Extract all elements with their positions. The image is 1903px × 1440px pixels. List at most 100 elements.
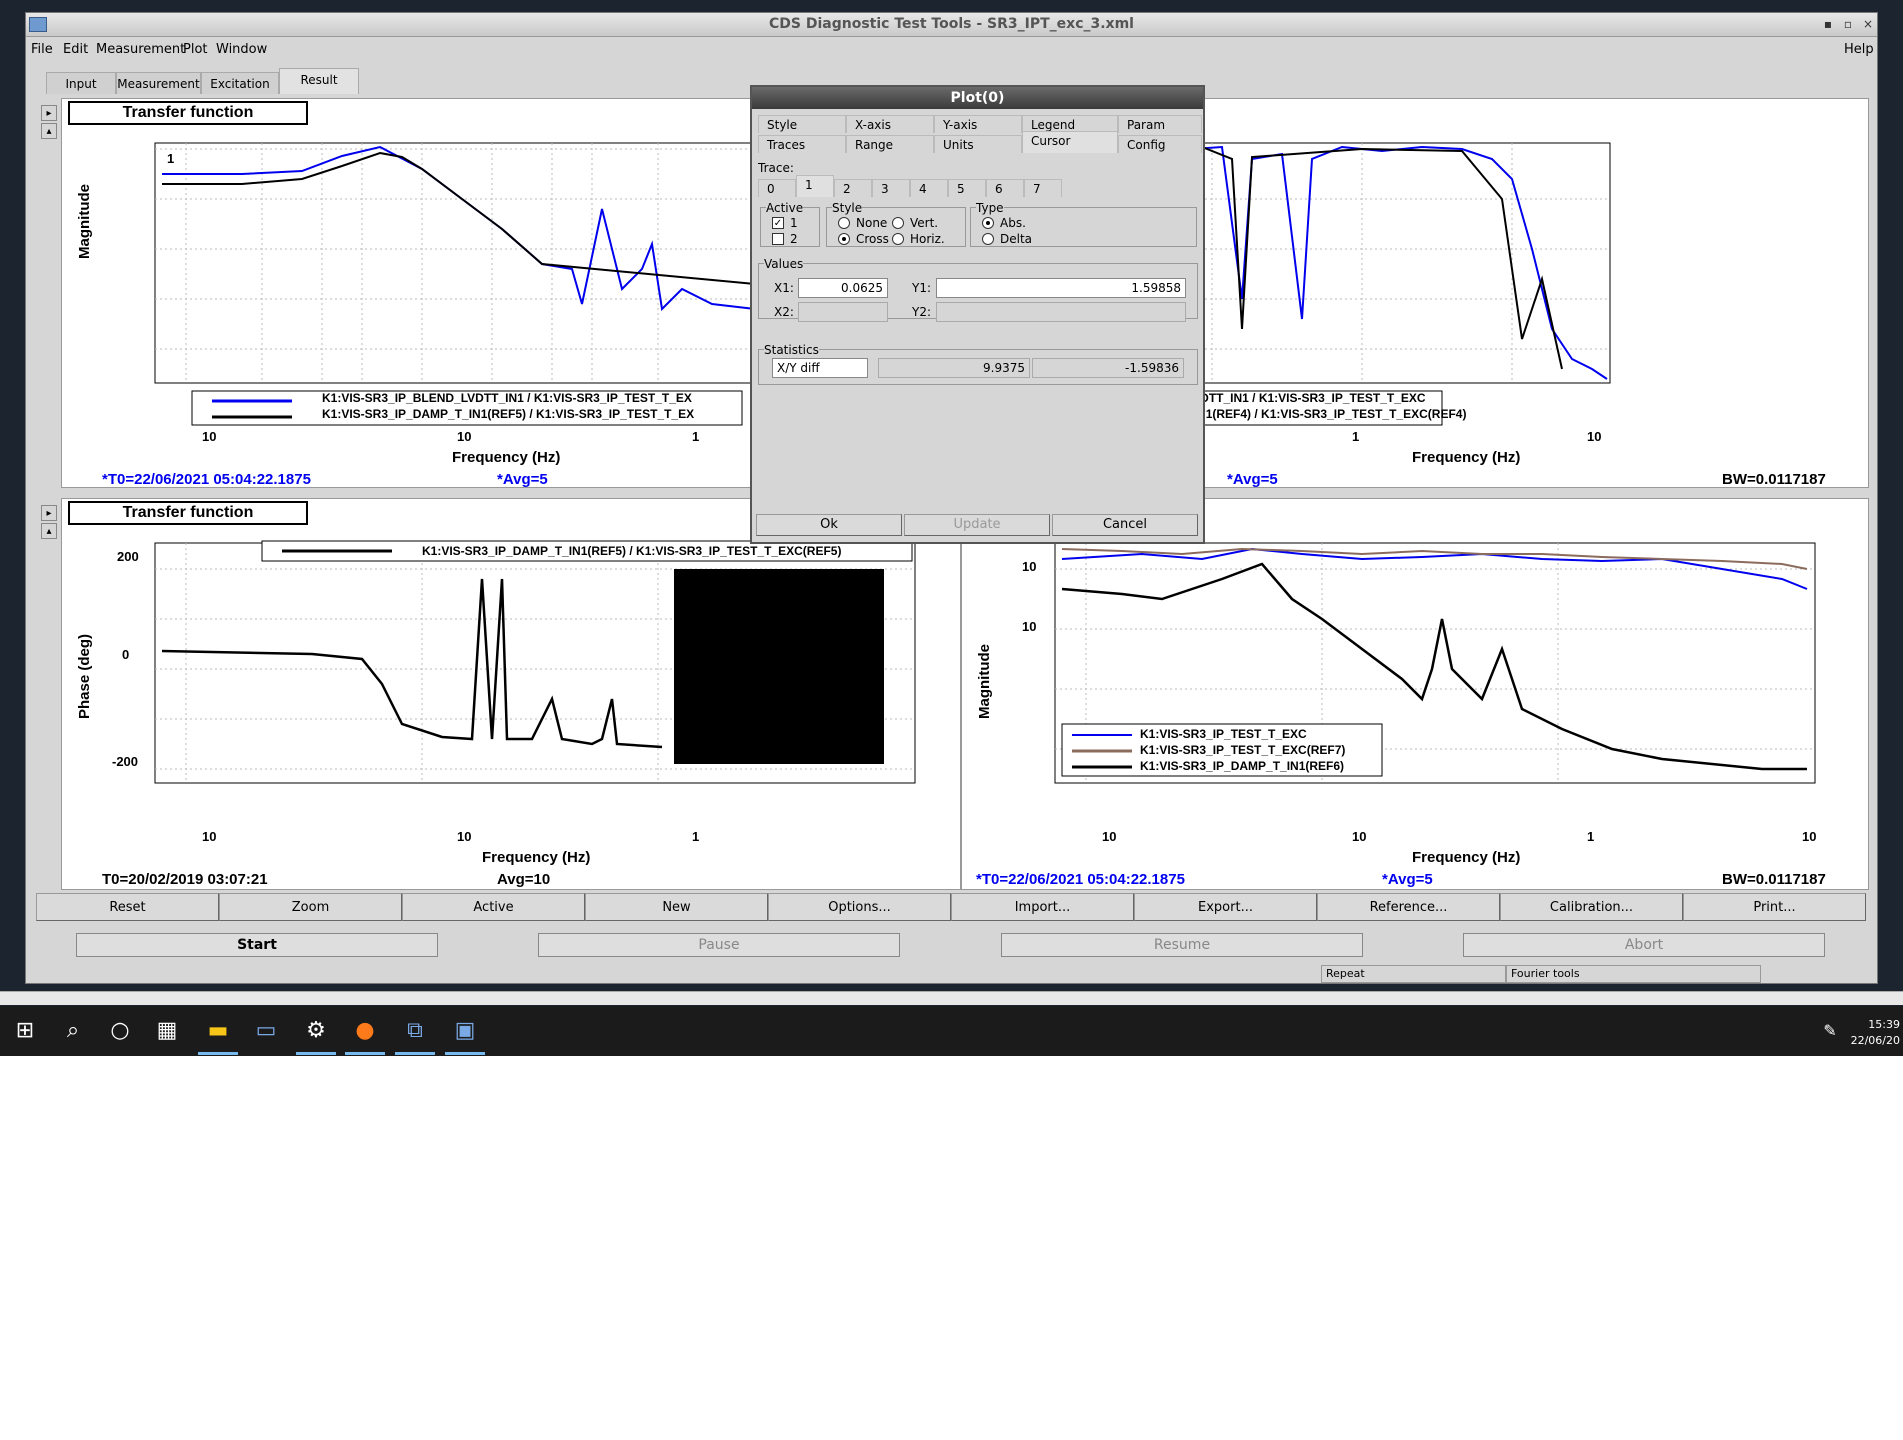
windows-start-icon[interactable]: ⊞ — [10, 1016, 40, 1046]
reference-button[interactable]: Reference... — [1317, 893, 1500, 921]
active-1-checkbox[interactable]: ✓ — [772, 217, 784, 229]
active-indicator — [198, 1052, 238, 1055]
resume-button[interactable]: Resume — [1001, 933, 1363, 957]
active-indicator — [445, 1052, 485, 1055]
options-button[interactable]: Options... — [768, 893, 951, 921]
x2-input[interactable] — [798, 302, 888, 322]
network-tool-icon[interactable]: ⧉ — [400, 1016, 430, 1046]
reset-button[interactable]: Reset — [36, 893, 219, 921]
pause-button[interactable]: Pause — [538, 933, 900, 957]
settings-gear-icon[interactable]: ⚙ — [301, 1016, 331, 1046]
trace-tab[interactable]: 0 — [758, 179, 796, 197]
active-2-checkbox[interactable] — [772, 233, 784, 245]
search-icon[interactable]: ⌕ — [58, 1016, 88, 1046]
print-button[interactable]: Print... — [1683, 893, 1866, 921]
plot-bottom-right[interactable]: K1:VIS-SR3_IP_TEST_T_EXC K1:VIS-SR3_IP_T… — [961, 498, 1869, 890]
type-delta-radio[interactable] — [982, 233, 994, 245]
close-button[interactable]: × — [1860, 16, 1876, 32]
import-button[interactable]: Import... — [951, 893, 1134, 921]
expand-arrow-icon[interactable]: ▸ — [41, 505, 57, 521]
y2-input[interactable] — [936, 302, 1186, 322]
ok-button[interactable]: Ok — [756, 514, 902, 536]
t0-label: *T0=22/06/2021 05:04:22.1875 — [102, 471, 311, 488]
tab-param[interactable]: Param — [1118, 115, 1202, 133]
trace-tab[interactable]: 1 — [796, 175, 834, 197]
remote-desktop-icon[interactable]: ▭ — [251, 1016, 281, 1046]
tab-measurement[interactable]: Measurement — [116, 72, 201, 94]
cancel-button[interactable]: Cancel — [1052, 514, 1198, 536]
start-button[interactable]: Start — [76, 933, 438, 957]
style-none-radio[interactable] — [838, 217, 850, 229]
tab-cursor[interactable]: Cursor — [1022, 131, 1118, 153]
pen-icon[interactable]: ✎ — [1815, 1016, 1845, 1046]
tick-label: 10 — [202, 429, 217, 444]
menu-window[interactable]: Window — [216, 42, 267, 57]
tab-config[interactable]: Config — [1118, 135, 1202, 153]
expand-arrow-icon[interactable]: ▸ — [41, 105, 57, 121]
tab-range[interactable]: Range — [846, 135, 934, 153]
desktop: CDS Diagnostic Test Tools - SR3_IPT_exc_… — [0, 0, 1903, 1056]
collapse-arrow-icon[interactable]: ▴ — [41, 523, 57, 539]
active-label: Active — [766, 201, 804, 215]
tab-result[interactable]: Result — [279, 68, 359, 94]
tab-units[interactable]: Units — [934, 135, 1022, 153]
menu-help[interactable]: Help — [1844, 42, 1874, 57]
tab-x-axis[interactable]: X-axis — [846, 115, 934, 133]
tick-label: 1 — [167, 151, 175, 166]
tick-label: 10 — [457, 429, 472, 444]
style-horiz-radio[interactable] — [892, 233, 904, 245]
legend-entry: K1:VIS-SR3_IP_TEST_T_EXC — [1140, 727, 1307, 741]
tick-label: -200 — [112, 754, 139, 769]
tab-y-axis[interactable]: Y-axis — [934, 115, 1022, 133]
abort-button[interactable]: Abort — [1463, 933, 1825, 957]
active-2-label: 2 — [790, 232, 798, 246]
tab-excitation[interactable]: Excitation — [201, 72, 279, 94]
trace-tab[interactable]: 6 — [986, 179, 1024, 197]
y1-input[interactable]: 1.59858 — [936, 278, 1186, 298]
tab-traces[interactable]: Traces — [758, 135, 846, 153]
style-cross-radio[interactable] — [838, 233, 850, 245]
calibration-button[interactable]: Calibration... — [1500, 893, 1683, 921]
type-abs-radio[interactable] — [982, 217, 994, 229]
tick-label: 10 — [202, 829, 217, 844]
menu-file[interactable]: File — [31, 42, 53, 57]
plot-bottom-left[interactable]: Transfer function K1:VIS-SR3_IP_DAMP_T_I… — [61, 498, 961, 890]
stats-select[interactable]: X/Y diff — [772, 358, 868, 378]
menu-plot[interactable]: Plot — [183, 42, 208, 57]
update-button[interactable]: Update — [904, 514, 1050, 536]
horizontal-scrollbar[interactable] — [0, 991, 1903, 1005]
trace-tab[interactable]: 2 — [834, 179, 872, 197]
x1-input[interactable]: 0.0625 — [798, 278, 888, 298]
export-button[interactable]: Export... — [1134, 893, 1317, 921]
active-indicator — [395, 1052, 435, 1055]
active-button[interactable]: Active — [402, 893, 585, 921]
minimize-button[interactable]: ▪ — [1820, 16, 1836, 32]
trace-tab[interactable]: 4 — [910, 179, 948, 197]
style-vert-radio[interactable] — [892, 217, 904, 229]
menu-edit[interactable]: Edit — [63, 42, 88, 57]
new-button[interactable]: New — [585, 893, 768, 921]
tick-label: 0 — [122, 647, 130, 662]
clock-time[interactable]: 15:39 — [1850, 1018, 1900, 1031]
cortana-icon[interactable]: ○ — [105, 1016, 135, 1046]
tick-label: 10 — [457, 829, 472, 844]
t0-label: *T0=22/06/2021 05:04:22.1875 — [976, 871, 1185, 888]
task-view-icon[interactable]: ▦ — [152, 1016, 182, 1046]
trace-tab[interactable]: 3 — [872, 179, 910, 197]
tab-input[interactable]: Input — [46, 72, 116, 94]
tab-style[interactable]: Style — [758, 115, 846, 133]
menu-measurement[interactable]: Measurement — [96, 42, 185, 57]
collapse-arrow-icon[interactable]: ▴ — [41, 123, 57, 139]
maximize-button[interactable]: ▫ — [1840, 16, 1856, 32]
trace-tab[interactable]: 5 — [948, 179, 986, 197]
remote-app-icon[interactable]: ▣ — [450, 1016, 480, 1046]
file-explorer-icon[interactable]: ▬ — [203, 1016, 233, 1046]
avg-label: *Avg=5 — [1382, 871, 1433, 888]
zoom-button[interactable]: Zoom — [219, 893, 402, 921]
active-indicator — [345, 1052, 385, 1055]
tick-label: 10 — [1022, 559, 1037, 574]
trace-tab[interactable]: 7 — [1024, 179, 1062, 197]
clock-date[interactable]: 22/06/20 — [1850, 1034, 1900, 1047]
style-none-label: None — [856, 216, 888, 230]
firefox-icon[interactable]: ● — [350, 1016, 380, 1046]
